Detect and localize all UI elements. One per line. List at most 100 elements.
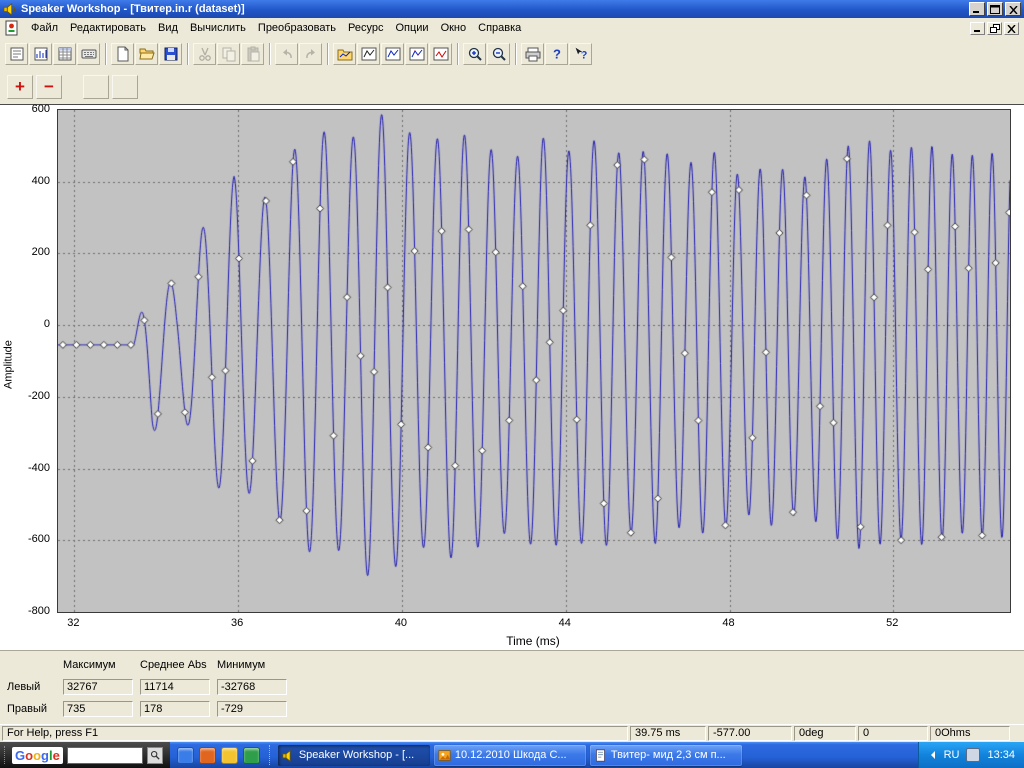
title-bar[interactable]: Speaker Workshop - [Твитер.in.r (dataset… <box>0 0 1024 18</box>
view-notes-button[interactable] <box>5 43 28 65</box>
save-button[interactable] <box>159 43 182 65</box>
menu-item-1[interactable]: Редактировать <box>64 19 152 37</box>
chart-area: Amplitude Time (ms) 600 400 200 0 -200 -400 -6… <box>0 103 1024 651</box>
redo-button <box>299 43 322 65</box>
toolbar-separator <box>457 43 459 65</box>
waveform-canvas[interactable] <box>58 110 1010 612</box>
chart1-icon <box>361 46 377 62</box>
menu-item-0[interactable]: Файл <box>25 19 64 37</box>
language-indicator[interactable]: RU <box>944 749 960 761</box>
mdi-restore-button[interactable] <box>987 21 1002 36</box>
restore-icon <box>989 21 1000 36</box>
mdi-minimize-button[interactable] <box>970 21 985 35</box>
mdi-close-button[interactable] <box>1004 21 1019 36</box>
mdi-window-controls <box>970 21 1022 36</box>
x-axis-label: Time (ms) <box>506 634 560 648</box>
chart-view-icon <box>33 46 49 62</box>
paste-icon <box>245 46 261 62</box>
google-search-button[interactable] <box>146 746 163 764</box>
undo-button <box>275 43 298 65</box>
view-chart-button[interactable] <box>29 43 52 65</box>
window-title: Speaker Workshop - [Твитер.in.r (dataset… <box>21 3 245 15</box>
menu-item-8[interactable]: Справка <box>472 19 527 37</box>
task-button-1[interactable]: 10.12.2010 Шкода С... <box>433 744 586 766</box>
close-icon <box>1007 21 1016 36</box>
task-button-0[interactable]: Speaker Workshop - [... <box>277 744 430 766</box>
zoom-out-button[interactable] <box>487 43 510 65</box>
maximize-icon <box>990 2 1000 17</box>
chart-c-button[interactable] <box>405 43 428 65</box>
search-icon <box>150 748 160 763</box>
y-tick-label: 600 <box>31 103 50 115</box>
menu-item-2[interactable]: Вид <box>152 19 184 37</box>
task-button-2[interactable]: Твитер- мид 2,3 см п... <box>589 744 742 766</box>
chart-a-button[interactable] <box>357 43 380 65</box>
menu-item-3[interactable]: Вычислить <box>184 19 252 37</box>
remove-marker-button[interactable]: − <box>36 75 62 99</box>
stats-row: Правый 735 178 -729 <box>5 700 1024 718</box>
toolbar-separator <box>327 43 329 65</box>
maximize-button[interactable] <box>987 2 1003 16</box>
collapse-chevron-icon[interactable] <box>929 750 937 760</box>
clock[interactable]: 13:34 <box>987 749 1015 761</box>
blank-1-button <box>83 75 109 99</box>
minimize-button[interactable] <box>969 2 985 16</box>
quick-launch <box>170 746 267 764</box>
y-tick-label: 400 <box>31 174 50 187</box>
quick-launch-icon[interactable] <box>176 746 194 764</box>
quick-launch-icon[interactable] <box>220 746 238 764</box>
quick-launch-icon[interactable] <box>242 746 260 764</box>
add-marker-button[interactable]: + <box>7 75 33 99</box>
chart3-icon <box>409 46 425 62</box>
close-button[interactable] <box>1005 2 1021 16</box>
x-tick-label: 44 <box>558 617 571 629</box>
speaker-icon <box>282 749 295 762</box>
context-help-button[interactable]: ? <box>569 43 592 65</box>
tray-icon[interactable] <box>966 748 981 762</box>
app-icon[interactable] <box>3 2 17 17</box>
menu-item-7[interactable]: Окно <box>435 19 473 37</box>
new-button[interactable] <box>111 43 134 65</box>
x-tick-label: 48 <box>722 617 735 629</box>
photo-icon <box>438 749 451 762</box>
y-tick-label: 200 <box>31 246 50 259</box>
menu-item-6[interactable]: Опции <box>389 19 434 37</box>
chart-b-button[interactable] <box>381 43 404 65</box>
y-tick-label: 0 <box>43 318 50 331</box>
deskbar-handle[interactable] <box>4 746 8 764</box>
toolbar-separator <box>515 43 517 65</box>
zoom-in-button[interactable] <box>463 43 486 65</box>
context-help-icon: ? <box>573 46 589 62</box>
application-window: Speaker Workshop - [Твитер.in.r (dataset… <box>0 0 1024 768</box>
status-bar: For Help, press F1 39.75 ms -577.00 0deg 0 0O… <box>0 724 1024 742</box>
document-icon[interactable] <box>4 20 20 36</box>
minimize-icon <box>972 2 982 17</box>
open-button[interactable] <box>135 43 158 65</box>
paste-button <box>241 43 264 65</box>
close-icon <box>1008 2 1018 17</box>
menu-item-5[interactable]: Ресурс <box>342 19 389 37</box>
open-icon <box>138 46 155 62</box>
status-help-text: For Help, press F1 <box>2 726 628 741</box>
view-properties-button[interactable] <box>77 43 100 65</box>
import-chart-button[interactable] <box>333 43 356 65</box>
google-logo-letter: g <box>41 747 49 763</box>
help-icon: ? <box>549 46 565 62</box>
print-button[interactable] <box>521 43 544 65</box>
plot-area[interactable] <box>57 109 1011 613</box>
view-datasheet-button[interactable] <box>53 43 76 65</box>
quick-launch-icon[interactable] <box>198 746 216 764</box>
undo-icon <box>279 46 295 62</box>
main-toolbar: ?? <box>0 38 1024 71</box>
marker-toolbar: + − <box>0 70 1024 104</box>
help-button[interactable]: ? <box>545 43 568 65</box>
y-tick-label: -200 <box>27 389 50 402</box>
google-search-input[interactable] <box>66 746 143 764</box>
menu-items: Файл Редактировать Вид Вычислить Преобразова… <box>25 19 527 37</box>
chart-d-button[interactable] <box>429 43 452 65</box>
menu-item-4[interactable]: Преобразовать <box>252 19 342 37</box>
status-panel-0: 39.75 ms <box>630 726 706 741</box>
svg-text:?: ? <box>553 47 561 62</box>
status-panel-1: -577.00 <box>708 726 792 741</box>
google-logo-letter: o <box>33 747 42 763</box>
